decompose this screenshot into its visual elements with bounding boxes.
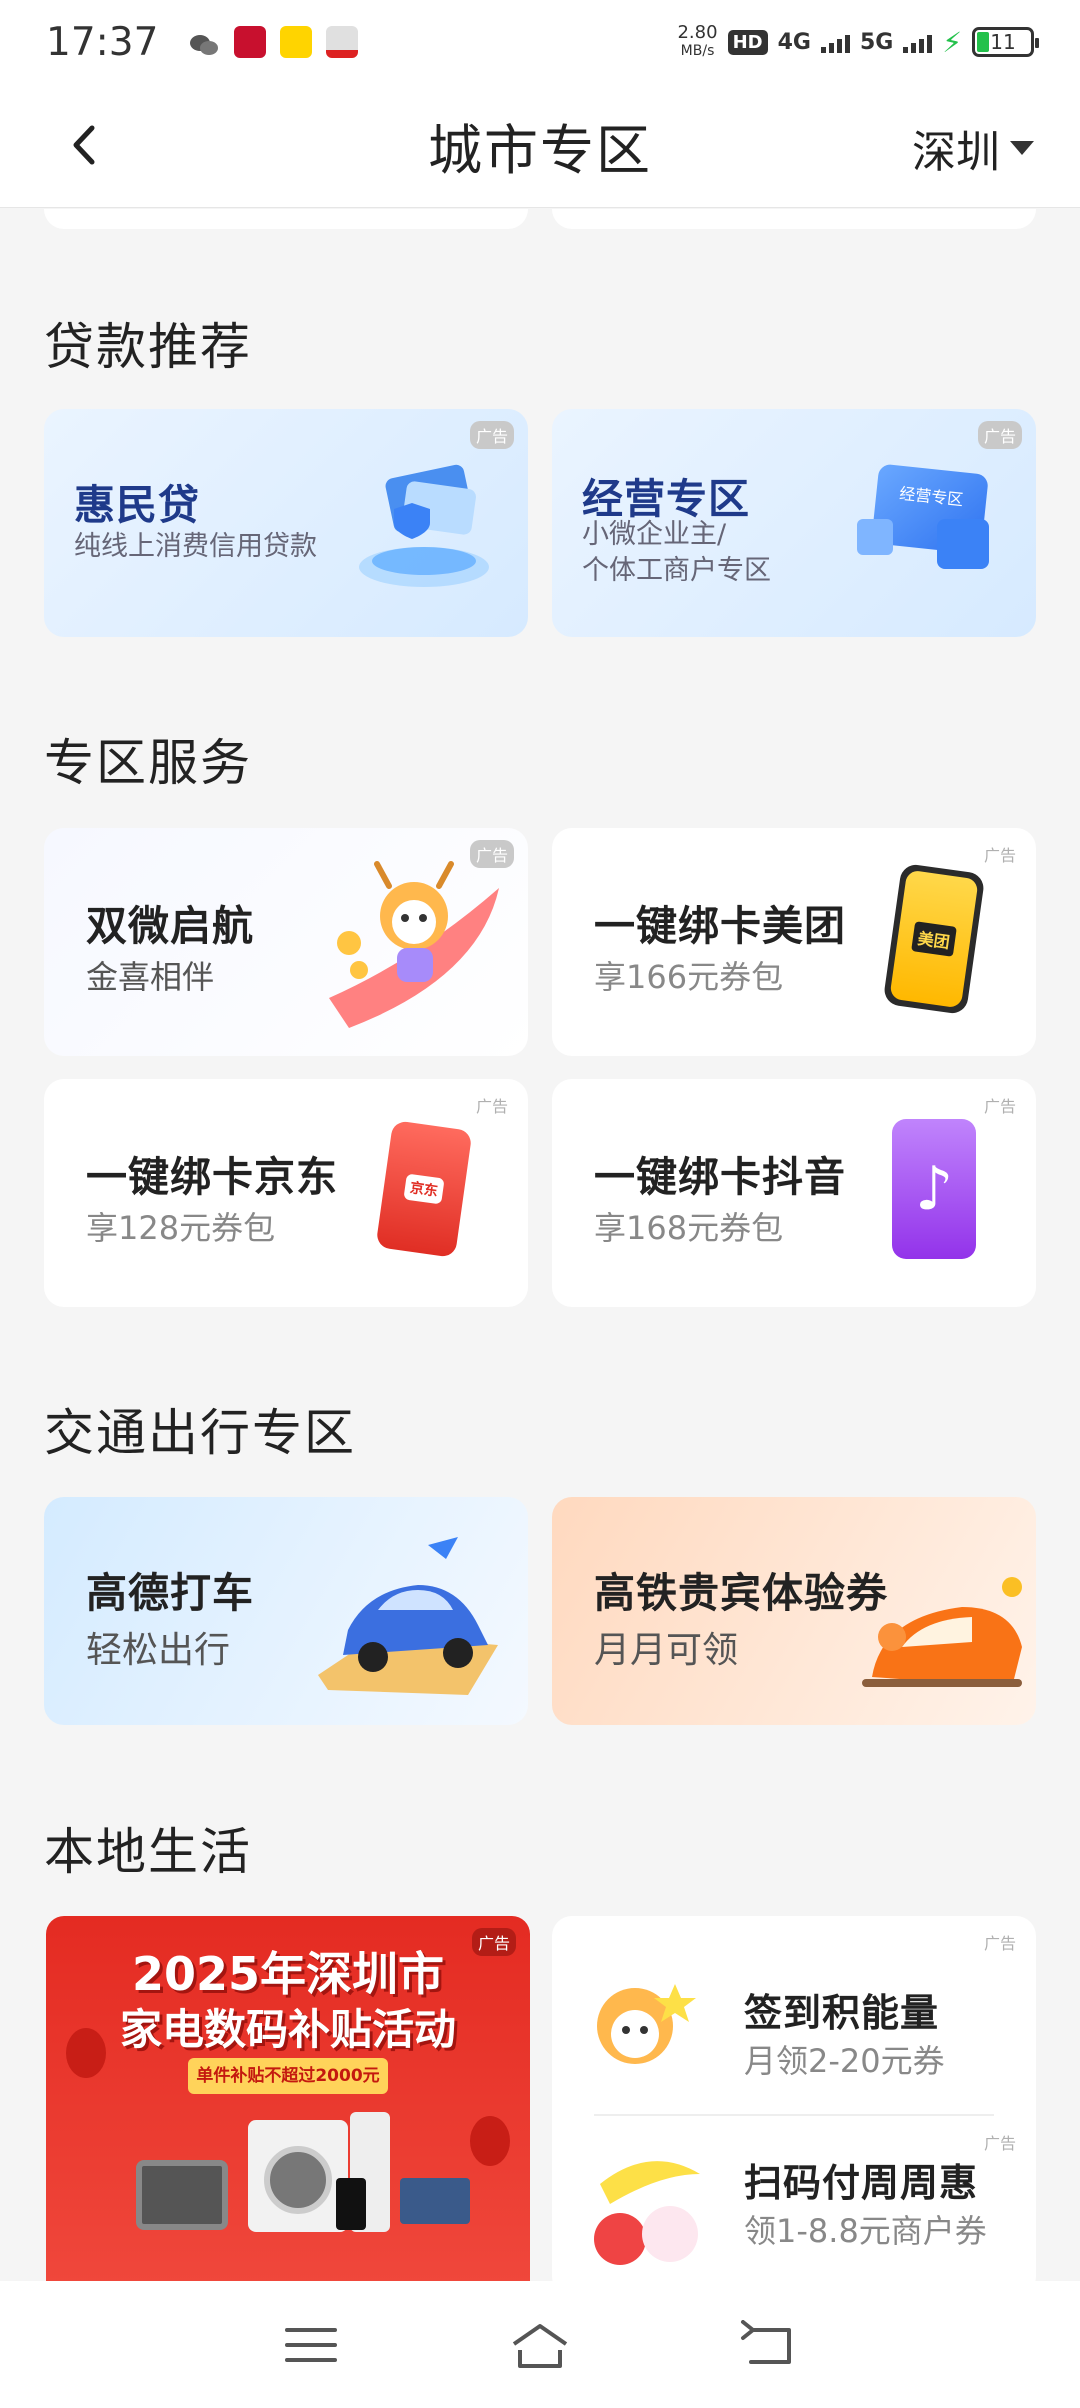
yellow-app-icon bbox=[280, 26, 313, 58]
signal-icon bbox=[820, 31, 850, 53]
meituan-badge: 美团 bbox=[911, 921, 957, 957]
service-card-douyin[interactable]: 广告 一键绑卡抖音 享168元券包 ♪ bbox=[552, 1079, 1036, 1307]
card-title: 双微启航 bbox=[86, 902, 254, 950]
ad-label: 广告 bbox=[983, 1097, 1016, 1116]
net-5g-label: 5G bbox=[859, 29, 894, 55]
net-4g-label: 4G bbox=[777, 29, 811, 55]
meituan-phone-illustration: 美团 bbox=[882, 862, 986, 1016]
ad-label: 广告 bbox=[977, 421, 1022, 449]
item-subtitle: 领1-8.8元商户券 bbox=[744, 2212, 987, 2250]
bank-app-icon bbox=[234, 26, 267, 58]
deer-mascot-icon bbox=[597, 1984, 696, 2064]
lantern-icon bbox=[66, 2028, 106, 2078]
page-title: 城市专区 bbox=[428, 119, 652, 182]
banner-ribbon: 单件补贴不超过2000元 bbox=[188, 2058, 388, 2094]
section-title-service: 专区服务 bbox=[44, 734, 252, 792]
subsidy-banner[interactable]: 广告 2025年深圳市 家电数码补贴活动 单件补贴不超过2000元 bbox=[46, 1916, 530, 2281]
item-title: 签到积能量 bbox=[744, 1991, 940, 2035]
section-title-transport: 交通出行专区 bbox=[44, 1404, 356, 1462]
service-card-jd[interactable]: 广告 一键绑卡京东 享128元券包 京东 bbox=[44, 1079, 528, 1307]
charging-icon: ⚡ bbox=[942, 25, 962, 59]
city-selector[interactable]: 深圳 bbox=[912, 116, 1034, 180]
service-card-meituan[interactable]: 广告 一键绑卡美团 享166元券包 美团 bbox=[552, 828, 1036, 1056]
service-card-shuangwei[interactable]: 广告 双微启航 金喜相伴 bbox=[44, 828, 528, 1056]
card-subtitle: 月月可领 bbox=[594, 1630, 739, 1671]
card-subtitle: 享168元券包 bbox=[594, 1209, 784, 1247]
signal-icon bbox=[903, 31, 933, 53]
net-speed: 2.80 MB/s bbox=[677, 22, 718, 60]
ad-label: 广告 bbox=[983, 2134, 1016, 2153]
ad-label: 广告 bbox=[469, 421, 514, 449]
section-title-loan: 贷款推荐 bbox=[44, 318, 252, 376]
jd-phone-illustration: 京东 bbox=[375, 1120, 473, 1258]
card-title: 惠民贷 bbox=[74, 481, 200, 529]
back-arrow-icon[interactable] bbox=[62, 122, 108, 168]
card-subtitle: 纯线上消费信用贷款 bbox=[74, 531, 317, 562]
card-title: 一键绑卡美团 bbox=[594, 902, 846, 950]
union-app-icon bbox=[326, 26, 359, 58]
transport-card-gaode[interactable]: 高德打车 轻松出行 bbox=[44, 1497, 528, 1725]
transport-card-rail[interactable]: 高铁贵宾体验券 月月可领 bbox=[552, 1497, 1036, 1725]
jd-badge: 京东 bbox=[403, 1173, 445, 1205]
city-label: 深圳 bbox=[912, 127, 1000, 178]
wechat-icon bbox=[188, 26, 221, 58]
train-illustration bbox=[862, 1577, 1022, 1687]
ad-label: 广告 bbox=[475, 1097, 508, 1116]
card-title: 一键绑卡京东 bbox=[86, 1153, 338, 1201]
card-subtitle: 享166元券包 bbox=[594, 958, 784, 996]
loan-card-huiminDai[interactable]: 广告 惠民贷 纯线上消费信用贷款 bbox=[44, 409, 528, 637]
status-bar: 17:37 2.80 MB/s HD 4G 5G ⚡ 11 bbox=[0, 0, 1080, 84]
card-subtitle: 享128元券包 bbox=[86, 1209, 276, 1247]
local-items-card: 广告 签到积能量 月领2-20元券 广告 扫码付周周惠 领1-8.8元商户券 bbox=[552, 1916, 1036, 2281]
battery-icon: 11 bbox=[972, 27, 1039, 57]
hd-icon: HD bbox=[727, 29, 768, 55]
card-stub bbox=[552, 209, 1036, 229]
douyin-phone-illustration: ♪ bbox=[892, 1119, 976, 1259]
card-subtitle-line2: 个体工商户专区 bbox=[582, 555, 771, 586]
status-time: 17:37 bbox=[46, 19, 159, 65]
appliances-illustration bbox=[136, 2112, 476, 2232]
page-header: 城市专区 深圳 bbox=[0, 84, 1080, 208]
card-subtitle: 轻松出行 bbox=[86, 1630, 231, 1671]
lantern-icon bbox=[470, 2116, 510, 2166]
item-title: 扫码付周周惠 bbox=[744, 2161, 979, 2205]
credit-card-illustration bbox=[359, 464, 489, 587]
card-title: 高铁贵宾体验券 bbox=[594, 1569, 888, 1617]
deer-mascot-illustration bbox=[329, 861, 499, 1028]
banner-line2: 家电数码补贴活动 bbox=[119, 2005, 456, 2054]
section-title-local: 本地生活 bbox=[44, 1823, 252, 1881]
card-title: 经营专区 bbox=[582, 475, 750, 523]
card-subtitle: 金喜相伴 bbox=[86, 958, 215, 996]
loan-card-business[interactable]: 广告 经营专区 小微企业主/ 个体工商户专区 经营专区 bbox=[552, 409, 1036, 637]
main-content: 贷款推荐 广告 惠民贷 纯线上消费信用贷款 广告 经营专区 小微企业主/ 个体工… bbox=[0, 209, 1080, 2281]
business-card-illustration: 经营专区 bbox=[857, 449, 1007, 599]
card-stub bbox=[44, 209, 528, 229]
ad-label: 广告 bbox=[983, 1934, 1016, 1953]
car-illustration bbox=[318, 1537, 498, 1695]
menu-icon[interactable] bbox=[281, 2320, 341, 2370]
item-subtitle: 月领2-20元券 bbox=[744, 2042, 945, 2080]
chevron-down-icon bbox=[1010, 141, 1034, 155]
home-icon[interactable] bbox=[504, 2320, 576, 2370]
card-title: 一键绑卡抖音 bbox=[594, 1153, 846, 1201]
music-note-icon: ♪ bbox=[914, 1154, 954, 1224]
card-subtitle-line1: 小微企业主/ bbox=[582, 519, 727, 550]
back-icon[interactable] bbox=[739, 2319, 799, 2370]
list-item[interactable]: 广告 签到积能量 月领2-20元券 bbox=[552, 1916, 1036, 2114]
fruit-icon bbox=[594, 2161, 700, 2265]
ad-label: 广告 bbox=[983, 846, 1016, 865]
banner-line1: 2025年深圳市 bbox=[131, 1947, 445, 2001]
system-nav-bar bbox=[0, 2281, 1080, 2408]
card-title: 高德打车 bbox=[86, 1569, 254, 1617]
list-item[interactable]: 广告 扫码付周周惠 领1-8.8元商户券 bbox=[552, 2116, 1036, 2281]
